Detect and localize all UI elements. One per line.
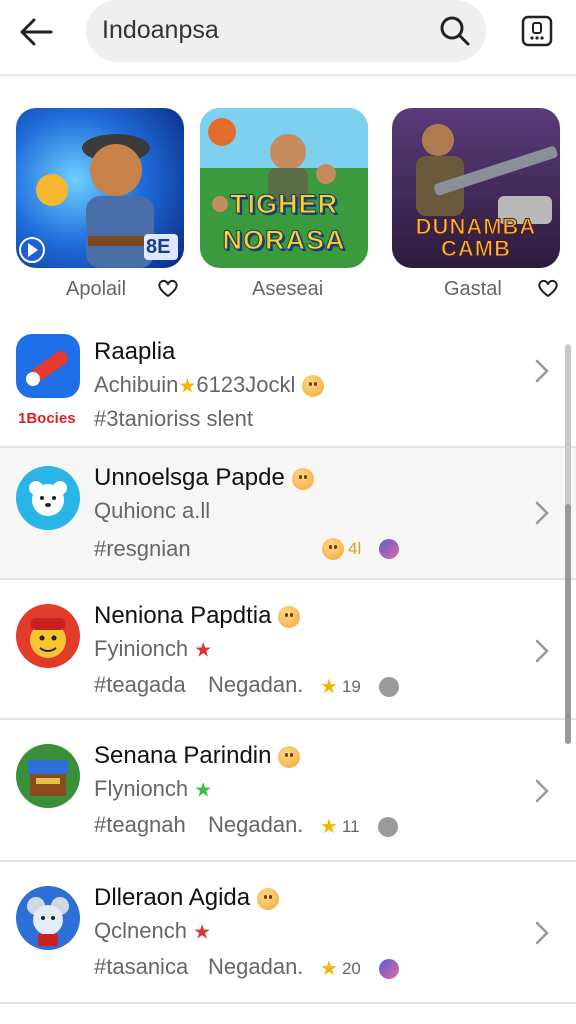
app-icon: [16, 744, 80, 808]
bear-icon: [29, 481, 67, 516]
app-subtitle-extra: 6123Jockl: [196, 372, 296, 397]
app-subtitle-text: Qclnench: [94, 918, 187, 943]
app-name: Raaplia: [94, 338, 176, 365]
heart-icon[interactable]: [156, 276, 180, 300]
app-icon: [16, 886, 80, 950]
status-dot-icon: [377, 816, 398, 837]
app-name: Senana Parindin: [94, 742, 301, 770]
featured-card-3-label: Gastal: [444, 278, 502, 300]
character-icon: [30, 618, 66, 658]
chevron-right-icon[interactable]: [533, 500, 551, 526]
app-tag-secondary: Negadan.: [208, 954, 304, 979]
app-name-text: Neniona Papdtia: [94, 602, 272, 629]
star-icon: ★: [178, 375, 197, 398]
app-name: Unnoelsga Papde: [94, 464, 314, 492]
stall-icon: [28, 760, 68, 796]
chevron-right-icon[interactable]: [533, 920, 551, 946]
app-meta-count: 11: [341, 816, 360, 836]
app-subtitle-text: Achibuin: [94, 372, 179, 397]
app-subtitle: Fyinionch ★: [94, 636, 212, 663]
search-query[interactable]: Indoanpsa: [102, 16, 219, 45]
app-name-text: Dlleraon Agida: [94, 884, 251, 911]
app-name-text: Unnoelsga Papde: [94, 464, 285, 491]
star-icon: ★: [194, 639, 213, 662]
app-subtitle: Achibuin★6123Jockl: [94, 372, 324, 399]
star-icon: ★: [320, 676, 338, 698]
app-meta-count: 20: [341, 958, 361, 978]
star-icon: ★: [194, 779, 213, 802]
arrow-left-icon: [20, 18, 53, 46]
app-subtitle-text: Flynionch: [94, 776, 189, 801]
app-tag-secondary: Negadan.: [208, 672, 304, 697]
app-icon: [16, 604, 80, 668]
app-tag: #3tanioriss slent: [94, 406, 253, 431]
app-meta: ★ 19: [320, 674, 399, 699]
back-button[interactable]: [14, 12, 58, 52]
list-item[interactable]: Neniona Papdtia Fyinionch ★ #teagada Neg…: [0, 580, 576, 718]
app-subtitle: Flynionch ★: [94, 776, 212, 803]
app-meta: 4l: [322, 538, 400, 560]
row-badge: 1Bocies: [18, 410, 76, 427]
app-subtitle: Qclnench ★: [94, 918, 211, 945]
orb-icon: [379, 539, 400, 559]
smile-emoji-icon: [278, 605, 301, 628]
app-tag: #teagnah: [94, 812, 186, 837]
divider: [0, 1002, 576, 1004]
chevron-right-icon[interactable]: [533, 358, 551, 384]
app-meta: ★ 11: [320, 814, 398, 839]
list-item[interactable]: 1Bocies Raaplia Achibuin★6123Jockl #3tan…: [0, 318, 576, 446]
pill-icon: [26, 351, 68, 386]
app-icon: [16, 334, 80, 398]
app-subtitle: Quhionc a.ll: [94, 498, 211, 523]
mouse-icon: [27, 897, 69, 946]
scrollbar[interactable]: [565, 344, 571, 744]
featured-card-1[interactable]: 8E: [16, 108, 184, 268]
star-icon: ★: [320, 816, 338, 838]
app-meta-count: 19: [341, 676, 361, 696]
scrollbar-thumb[interactable]: [565, 504, 571, 744]
app-name: Dlleraon Agida: [94, 884, 279, 912]
smile-emoji-icon: [322, 538, 344, 560]
scan-icon[interactable]: [520, 14, 554, 48]
app-meta: ★ 20: [320, 956, 399, 981]
smile-emoji-icon: [301, 375, 324, 398]
search-icon[interactable]: [438, 14, 472, 48]
app-tag: #tasanica: [94, 954, 189, 979]
app-meta-count: 4l: [348, 539, 362, 558]
featured-carousel: 8E Apolail TIGHER NORASA Aseseai DUNAMBA…: [0, 100, 576, 310]
card-title: TIGHER NORASA: [222, 189, 346, 256]
featured-card-3[interactable]: DUNAMBA CAMB: [392, 108, 560, 268]
search-field[interactable]: Indoanpsa: [86, 0, 486, 62]
smile-emoji-icon: [291, 467, 314, 490]
featured-card-1-label: Apolail: [66, 278, 127, 300]
chevron-right-icon[interactable]: [533, 778, 551, 804]
list-item[interactable]: Unnoelsga Papde Quhionc a.ll #resgnian 4…: [0, 448, 576, 578]
app-name: Neniona Papdtia: [94, 602, 301, 630]
heart-icon[interactable]: [536, 276, 560, 300]
top-bar: Indoanpsa: [0, 0, 576, 76]
star-icon: ★: [193, 921, 212, 944]
app-subtitle-text: Fyinionch: [94, 636, 189, 661]
chevron-right-icon[interactable]: [533, 638, 551, 664]
star-icon: ★: [320, 958, 338, 980]
card-title: DUNAMBA CAMB: [415, 214, 537, 261]
featured-card-2[interactable]: TIGHER NORASA: [200, 108, 368, 268]
list-item[interactable]: Senana Parindin Flynionch ★ #teagnah Neg…: [0, 720, 576, 860]
app-name-text: Senana Parindin: [94, 742, 272, 769]
orb-icon: [378, 958, 399, 979]
smile-emoji-icon: [256, 887, 279, 910]
featured-card-2-label: Aseseai: [252, 278, 324, 300]
list-item[interactable]: Dlleraon Agida Qclnench ★ #tasanica Nega…: [0, 862, 576, 1000]
app-icon: [16, 466, 80, 530]
app-tag: #resgnian: [94, 536, 191, 561]
smile-emoji-icon: [278, 745, 301, 768]
app-tag-secondary: Negadan.: [208, 812, 304, 837]
card-badge: 8E: [146, 236, 171, 258]
app-tag: #teagada: [94, 672, 186, 697]
status-dot-icon: [378, 676, 399, 697]
